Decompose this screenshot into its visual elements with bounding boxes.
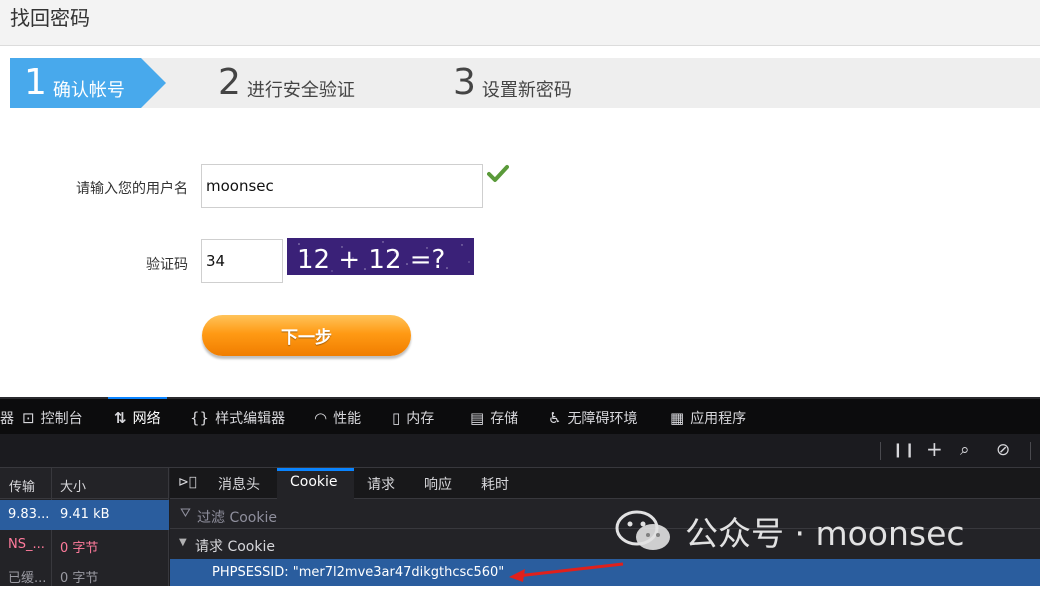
step-indicator: 1 确认帐号 2 进行安全验证 3 设置新密码: [10, 58, 1040, 108]
username-label: 请输入您的用户名: [76, 181, 188, 197]
tab-memory[interactable]: ▯ 内存: [392, 399, 434, 436]
tab-performance[interactable]: ◠ 性能: [314, 399, 361, 436]
step-3: 3 设置新密码: [453, 58, 572, 108]
storage-icon: ▤: [470, 408, 485, 427]
step-2: 2 进行安全验证: [218, 58, 355, 108]
performance-icon: ◠: [314, 408, 328, 427]
step-1-label: 确认帐号: [52, 80, 125, 101]
captcha-label: 验证码: [146, 257, 188, 273]
step-3-label: 设置新密码: [481, 80, 572, 101]
details-tabbar: ⊳⃞ 消息头 Cookie 请求 响应 耗时: [170, 468, 1040, 499]
tab-console[interactable]: ⊡ 控制台: [22, 399, 83, 436]
captcha-input[interactable]: [201, 239, 283, 283]
cookie-filter-placeholder: 过滤 Cookie: [197, 510, 277, 526]
request-table-header: 传输 大小: [0, 468, 169, 499]
tab-console-label: 控制台: [40, 410, 83, 427]
page-title: 找回密码: [10, 6, 90, 30]
red-arrow-annotation: [509, 562, 624, 582]
tab-storage[interactable]: ▤ 存储: [470, 399, 518, 436]
block-icon[interactable]: ⊘: [996, 440, 1010, 460]
column-transfer[interactable]: 传输: [9, 476, 35, 495]
details-tab-cookie[interactable]: Cookie: [290, 474, 338, 490]
row-transfer: NS_...: [8, 537, 45, 552]
details-tab-active-indicator: [277, 468, 354, 471]
row-transfer: 9.83...: [8, 507, 50, 522]
row-size: 9.41 kB: [60, 507, 110, 522]
toggle-sidebar-icon[interactable]: ⊳⃞: [178, 475, 197, 490]
row-size: 0 字节: [60, 571, 99, 586]
step-3-number: 3: [453, 62, 476, 103]
table-row[interactable]: 9.83... 9.41 kB: [0, 500, 169, 530]
application-icon: ▦: [670, 408, 685, 427]
details-tab-response[interactable]: 响应: [424, 474, 452, 494]
tab-network-label: 网络: [132, 410, 161, 427]
tab-inspector-label: 器: [0, 410, 14, 427]
request-table: 传输 大小 9.83... 9.41 kB NS_... 0 字节 已缓... …: [0, 468, 169, 586]
expand-arrow-icon: ▼: [179, 537, 187, 548]
tab-performance-label: 性能: [333, 410, 362, 427]
page-header: 找回密码: [0, 0, 1040, 46]
step-2-label: 进行安全验证: [246, 80, 355, 101]
toolbar-separator-2: [1030, 442, 1031, 460]
next-step-button[interactable]: 下一步: [202, 315, 411, 356]
wechat-icon: [615, 510, 670, 550]
tab-accessibility[interactable]: ♿ 无障碍环境: [548, 399, 637, 436]
tab-accessibility-label: 无障碍环境: [567, 410, 638, 427]
captcha-text: 12 + 12 =?: [297, 245, 445, 275]
tab-inspector[interactable]: 器: [0, 399, 14, 436]
details-tab-timings[interactable]: 耗时: [481, 474, 509, 494]
username-input[interactable]: [201, 164, 483, 208]
tab-application[interactable]: ▦ 应用程序: [670, 399, 746, 436]
accessibility-icon: ♿: [548, 408, 562, 427]
search-icon[interactable]: ⌕: [960, 440, 970, 460]
console-icon: ⊡: [22, 408, 35, 427]
tab-application-label: 应用程序: [690, 410, 747, 427]
tab-storage-label: 存储: [490, 410, 519, 427]
step-1-number: 1: [24, 62, 47, 103]
column-size[interactable]: 大小: [60, 476, 86, 495]
pause-icon[interactable]: ❙❙: [892, 442, 915, 458]
row-size: 0 字节: [60, 541, 99, 556]
devtools-tabbar: 器 ⊡ 控制台 ⇅ 网络 {} 样式编辑器 ◠ 性能 ▯ 内存 ▤ 存储 ♿ 无…: [0, 397, 1040, 434]
filter-icon: ⛛: [180, 506, 191, 521]
row-transfer: 已缓...: [8, 571, 47, 586]
cookie-entry-text: PHPSESSID: "mer7l2mve3ar47dikgthcsc560": [212, 565, 505, 580]
details-tab-request[interactable]: 请求: [367, 474, 395, 494]
tab-style-editor[interactable]: {} 样式编辑器: [190, 399, 285, 436]
wechat-watermark: 公众号 · moonsec: [615, 507, 965, 555]
details-tab-headers[interactable]: 消息头: [218, 474, 260, 494]
toolbar-separator: [880, 442, 881, 460]
tab-memory-label: 内存: [406, 410, 435, 427]
request-cookies-label: 请求 Cookie: [195, 539, 275, 555]
check-icon: [487, 165, 509, 182]
network-icon: ⇅: [114, 408, 127, 427]
captcha-image[interactable]: 12 + 12 =?: [287, 238, 474, 275]
devtools-panel: 器 ⊡ 控制台 ⇅ 网络 {} 样式编辑器 ◠ 性能 ▯ 内存 ▤ 存储 ♿ 无…: [0, 397, 1040, 586]
style-editor-icon: {}: [190, 408, 210, 427]
memory-icon: ▯: [392, 408, 401, 427]
step-1: 1 确认帐号: [10, 58, 166, 108]
tab-network[interactable]: ⇅ 网络: [108, 397, 167, 436]
table-row[interactable]: NS_... 0 字节: [0, 530, 169, 560]
step-2-number: 2: [218, 62, 241, 103]
add-icon[interactable]: +: [926, 437, 943, 461]
watermark-text: 公众号 · moonsec: [685, 514, 965, 553]
tab-style-editor-label: 样式编辑器: [215, 410, 286, 427]
network-toolbar: ❙❙ + ⌕ ⊘: [0, 434, 1040, 468]
